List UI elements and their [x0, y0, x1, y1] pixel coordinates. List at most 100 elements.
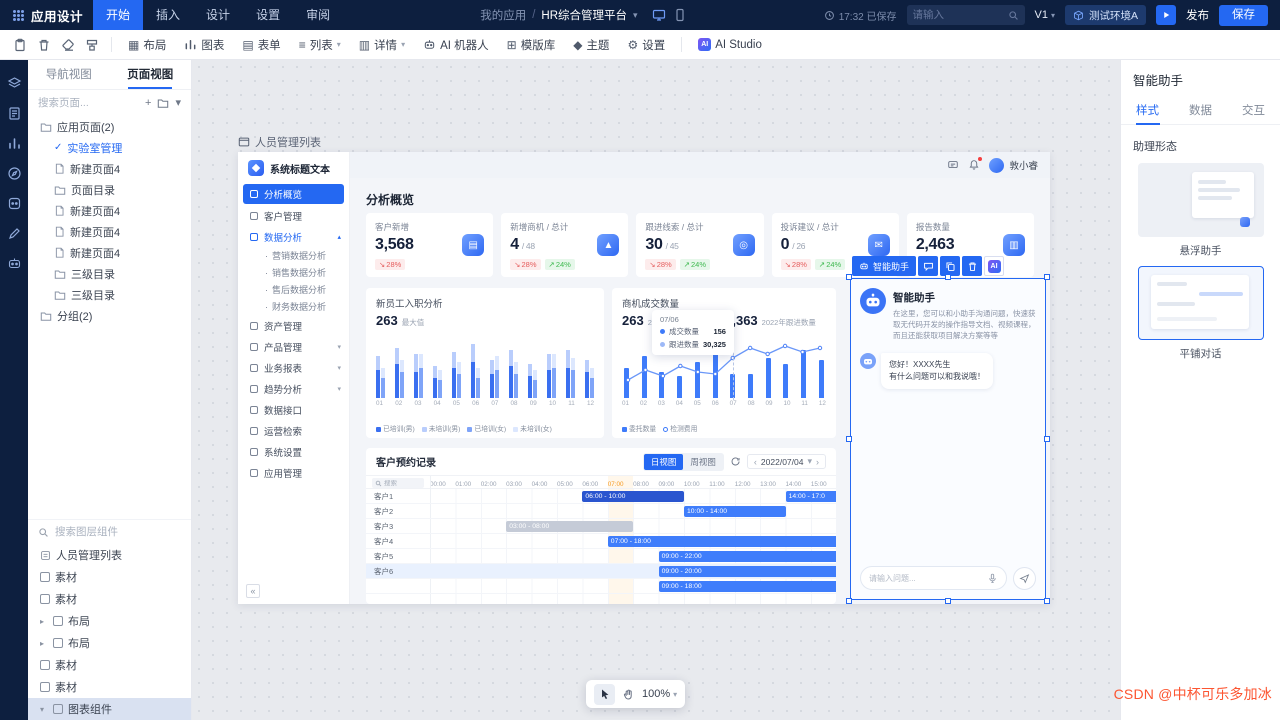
menu-insert[interactable]: 插入 [143, 0, 193, 30]
send-button[interactable] [1013, 567, 1036, 590]
delete-button[interactable] [962, 256, 982, 276]
tab-style[interactable]: 样式 [1121, 97, 1174, 124]
gantt-date[interactable]: 2022/07/04 [761, 457, 804, 467]
eraser-button[interactable] [56, 33, 80, 57]
rail-ai-icon[interactable] [7, 256, 22, 271]
sidebar-collapse-button[interactable]: « [246, 584, 260, 598]
gantt-bar[interactable]: 03:00 - 08:00 [506, 521, 633, 532]
app-message-icon[interactable] [947, 159, 959, 171]
app-submenu-finance[interactable]: ·财务数据分析 [238, 298, 349, 315]
app-user[interactable]: 敦小睿 [989, 158, 1038, 173]
stat-card-new-customers[interactable]: 客户新增 3,568 ↘28% ▤ [366, 213, 493, 277]
gantt-search-input[interactable] [384, 480, 420, 487]
widget-type-button[interactable]: 智能助手 [852, 256, 916, 276]
gantt-bar[interactable]: 10:00 - 14:00 [684, 506, 786, 517]
gantt-row[interactable]: 09:00 - 18:00 [366, 579, 836, 594]
gantt-row[interactable]: 客户407:00 - 18:00 [366, 534, 836, 549]
zoom-level[interactable]: 100%▾ [642, 688, 677, 700]
menu-settings[interactable]: 设置 [243, 0, 293, 30]
toolbar-template-library-button[interactable]: ⊞模版库 [498, 33, 565, 57]
tree-item-new-page[interactable]: 新建页面4 [28, 200, 191, 221]
tree-item-new-page[interactable]: 新建页面4 [28, 158, 191, 179]
gantt-bar[interactable]: 14:00 - 17:0 [786, 491, 836, 502]
breadcrumb-app[interactable]: 我的应用 [480, 7, 526, 23]
hand-tool-icon[interactable] [622, 688, 635, 701]
rail-docs-icon[interactable] [7, 106, 22, 121]
toolbar-detail-button[interactable]: ▥详情▾ [350, 33, 414, 57]
breadcrumb-caret-icon[interactable]: ▾ [633, 10, 638, 21]
tree-item-level3-folder[interactable]: 三级目录 [28, 263, 191, 284]
caret-right-icon[interactable]: ▸ [40, 639, 48, 648]
app-menu-reports[interactable]: 业务报表▾ [238, 357, 349, 378]
tab-interaction[interactable]: 交互 [1227, 97, 1280, 124]
copy-button[interactable] [940, 256, 960, 276]
menu-start[interactable]: 开始 [93, 0, 143, 30]
toolbar-layout-button[interactable]: ▦布局 [119, 33, 175, 57]
tab-page-view[interactable]: 页面视图 [110, 60, 192, 89]
app-menu-data-api[interactable]: 数据接口 [238, 399, 349, 420]
mic-icon[interactable] [987, 573, 998, 584]
deals-chart[interactable]: 商机成交数量 2632022年成交数量 32,3632022年跟进数量 07/0… [612, 288, 836, 438]
toolbar-ai-robot-button[interactable]: AI 机器人 [414, 33, 498, 57]
gantt-row[interactable]: 客户509:00 - 22:00 [366, 549, 836, 564]
toolbar-list-button[interactable]: ≡列表▾ [290, 33, 350, 57]
tree-item-lab-management[interactable]: ✓实验室管理 [28, 137, 191, 158]
ai-generate-button[interactable]: AI [984, 256, 1004, 276]
tree-item-group[interactable]: 分组(2) [28, 305, 191, 326]
gantt-bar[interactable]: 09:00 - 22:00 [659, 551, 836, 562]
app-bell-icon[interactable] [968, 159, 980, 171]
ai-assistant-widget[interactable]: 智能助手 AI 智能助手 在这里，您可以和小助手沟通问题，快速获取无代码开发的操… [850, 278, 1046, 600]
app-menu-products[interactable]: 产品管理▾ [238, 336, 349, 357]
date-caret-icon[interactable]: ▾ [807, 456, 812, 467]
desktop-preview-icon[interactable] [652, 8, 666, 22]
toolbar-chart-button[interactable]: 图表 [175, 33, 233, 57]
resize-handle-n[interactable] [945, 274, 951, 280]
gantt-search[interactable] [372, 478, 424, 488]
layers-search-input[interactable] [55, 526, 181, 538]
resize-handle-e[interactable] [1044, 436, 1050, 442]
app-menu-assets[interactable]: 资产管理 [238, 315, 349, 336]
assistant-input-field[interactable] [869, 574, 983, 583]
publish-button[interactable]: 发布 [1186, 7, 1209, 23]
caret-down-icon[interactable]: ▾ [40, 705, 48, 714]
rail-plugin-icon[interactable] [7, 196, 22, 211]
layer-item-list[interactable]: 人员管理列表 [28, 544, 191, 566]
env-badge[interactable]: 测试环境A [1065, 5, 1146, 25]
resize-handle-sw[interactable] [846, 598, 852, 604]
booking-gantt[interactable]: 客户预约记录 日视图 周视图 ‹ 2022/07/04 ▾ › 00 [366, 448, 836, 604]
tree-item-new-page[interactable]: 新建页面4 [28, 242, 191, 263]
gantt-row[interactable]: 客户210:00 - 14:00 [366, 504, 836, 519]
add-folder-icon[interactable] [157, 97, 169, 109]
layer-item-asset[interactable]: 素材 [28, 566, 191, 588]
refresh-icon[interactable] [730, 456, 741, 467]
app-menu-app-management[interactable]: 应用管理 [238, 462, 349, 483]
gantt-row[interactable]: 客户303:00 - 08:00 [366, 519, 836, 534]
tree-item-app-pages[interactable]: 应用页面(2) [28, 116, 191, 137]
app-menu-analysis[interactable]: 分析概览 [243, 184, 344, 204]
next-day-icon[interactable]: › [816, 457, 819, 467]
topbar-search-input[interactable] [913, 9, 1004, 21]
add-page-icon[interactable]: + [145, 98, 151, 109]
prev-day-icon[interactable]: ‹ [754, 457, 757, 467]
layer-item-layout[interactable]: ▸布局 [28, 632, 191, 654]
app-menu-customers[interactable]: 客户管理 [238, 205, 349, 226]
assistant-input[interactable] [860, 566, 1007, 590]
stat-card-followups[interactable]: 跟进线索 / 总计 30/ 45 ↘28%↗24% ◎ [636, 213, 763, 277]
format-painter-button[interactable] [80, 33, 104, 57]
tree-item-new-page[interactable]: 新建页面4 [28, 221, 191, 242]
gantt-row[interactable]: 客户609:00 - 20:00 [366, 564, 836, 579]
resize-handle-w[interactable] [846, 436, 852, 442]
day-view-tab[interactable]: 日视图 [644, 454, 684, 470]
resize-handle-nw[interactable] [846, 274, 852, 280]
canvas-page-label[interactable]: 人员管理列表 [238, 134, 321, 150]
layer-item-chart-component[interactable]: ▾图表组件 [28, 698, 191, 720]
toolbar-form-button[interactable]: ▤表单 [233, 33, 289, 57]
toolbar-ai-studio-button[interactable]: AIAI Studio [689, 33, 771, 57]
mode-option-floating[interactable]: 悬浮助手 [1138, 163, 1264, 258]
resize-handle-ne[interactable] [1044, 274, 1050, 280]
rail-chart-icon[interactable] [7, 136, 22, 151]
mode-option-tiled[interactable]: 平铺对话 [1138, 266, 1264, 361]
app-submenu-sales[interactable]: ·销售数据分析 [238, 264, 349, 281]
menu-design[interactable]: 设计 [193, 0, 243, 30]
gantt-bar[interactable]: 09:00 - 20:00 [659, 566, 836, 577]
